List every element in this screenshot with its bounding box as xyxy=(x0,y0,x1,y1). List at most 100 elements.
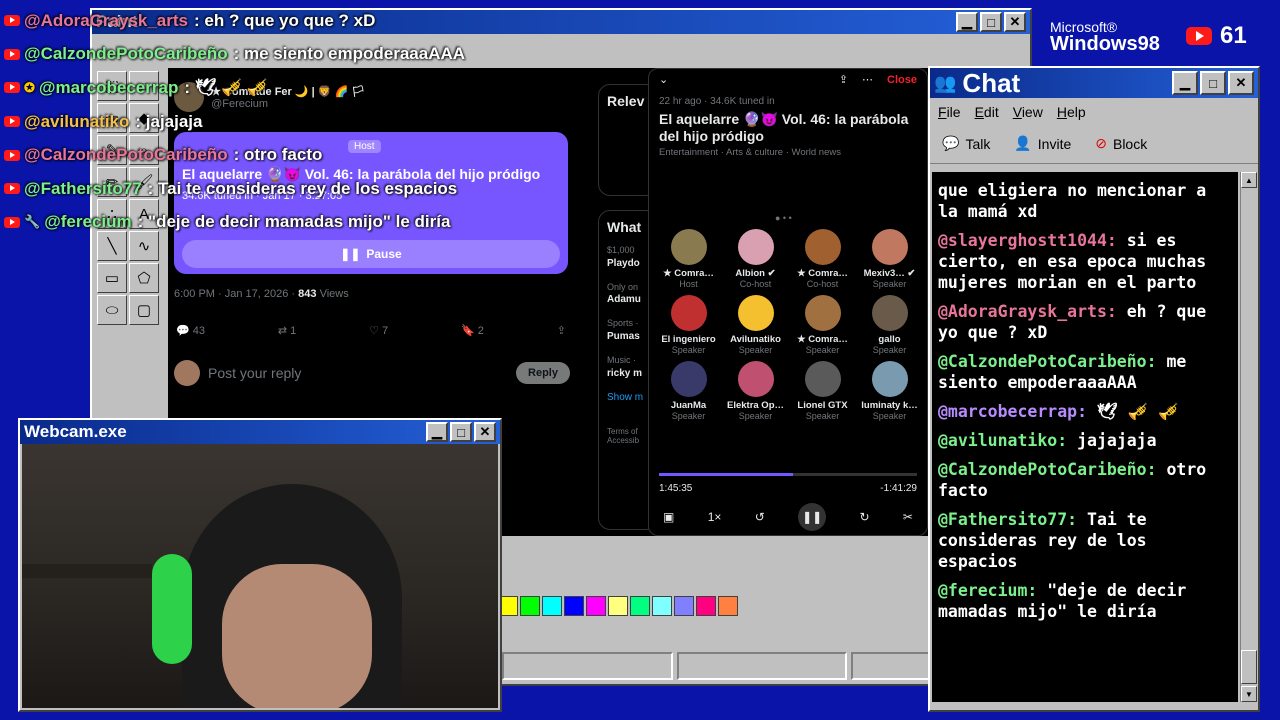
reply-action[interactable]: 💬 43 xyxy=(176,324,205,337)
menu-file[interactable]: File xyxy=(938,104,961,120)
collapse-icon[interactable]: ⌄ xyxy=(659,73,668,86)
accessibility-link[interactable]: Accessib xyxy=(607,436,649,445)
participant[interactable]: Elektra Op… Speaker xyxy=(722,361,789,421)
scroll-down-icon[interactable]: ▼ xyxy=(1241,686,1257,702)
color-swatch[interactable] xyxy=(564,596,584,616)
chat-scrollbar[interactable]: ▲ ▼ xyxy=(1240,172,1257,702)
speed-button[interactable]: 1× xyxy=(708,510,722,524)
chat-username[interactable]: @Fathersito77: xyxy=(938,510,1077,529)
reply-button[interactable]: Reply xyxy=(516,362,570,384)
overlay-username: @Fathersito77 xyxy=(24,178,142,198)
participant[interactable]: ★ Comra… Speaker xyxy=(789,295,856,355)
scroll-thumb[interactable] xyxy=(1241,650,1257,684)
chat-username[interactable]: @ferecium: xyxy=(938,581,1037,600)
webcam-titlebar[interactable]: Webcam.exe ▁ □ ✕ xyxy=(20,420,500,444)
reply-input[interactable]: Post your reply xyxy=(208,365,301,381)
pause-icon: ❚❚ xyxy=(340,247,361,261)
pause-icon[interactable]: ❚❚ xyxy=(798,503,827,531)
block-button[interactable]: ⊘ Block xyxy=(1095,135,1147,152)
invite-button[interactable]: 👤 Invite xyxy=(1014,135,1071,152)
trend-item[interactable]: Sports · Pumas xyxy=(607,318,649,343)
minimize-button[interactable]: ▁ xyxy=(1172,71,1198,95)
participant[interactable]: luminaty k… Speaker xyxy=(856,361,923,421)
overlay-chat-line: @AdoraGraysk_arts: eh ? que yo que ? xD xyxy=(4,4,564,38)
chat-username[interactable]: @CalzondePotoCaribeño: xyxy=(938,460,1157,479)
progress-fill xyxy=(659,473,794,476)
color-swatch[interactable] xyxy=(652,596,672,616)
chat-text: 🕊 🎺 🎺 xyxy=(1096,402,1179,421)
show-more-link[interactable]: Show m xyxy=(607,392,649,403)
participant[interactable]: Albion ✔ Co-host xyxy=(722,229,789,289)
maximize-button[interactable]: □ xyxy=(450,422,472,442)
chat-username[interactable]: @slayerghostt1044: xyxy=(938,231,1117,250)
menu-help[interactable]: Help xyxy=(1057,104,1086,120)
participant[interactable]: El ingeniero Speaker xyxy=(655,295,722,355)
participant-name: El ingeniero xyxy=(661,334,716,345)
color-swatch[interactable] xyxy=(542,596,562,616)
participant[interactable]: Mexiv3… ✔ Speaker xyxy=(856,229,923,289)
share-icon[interactable]: ⇪ xyxy=(557,324,566,337)
color-swatch[interactable] xyxy=(718,596,738,616)
avatar xyxy=(871,295,908,331)
close-button[interactable]: ✕ xyxy=(1004,12,1026,32)
webcam-window[interactable]: Webcam.exe ▁ □ ✕ xyxy=(18,418,502,712)
color-swatch[interactable] xyxy=(674,596,694,616)
participant[interactable]: ★ Comra… Co-host xyxy=(789,229,856,289)
participant[interactable]: JuanMa Speaker xyxy=(655,361,722,421)
participant[interactable]: ★ Comra… Host xyxy=(655,229,722,289)
share-icon[interactable]: ⇪ xyxy=(839,73,848,86)
color-swatch[interactable] xyxy=(608,596,628,616)
youtube-icon xyxy=(4,116,20,128)
chat-username[interactable]: @AdoraGraysk_arts: xyxy=(938,302,1117,321)
chat-username[interactable]: @marcobecerrap: xyxy=(938,402,1087,421)
chat-titlebar[interactable]: 👥 Chat ▁ □ ✕ xyxy=(930,68,1258,98)
terms-link[interactable]: Terms of xyxy=(607,427,649,436)
polygon-tool-icon[interactable]: ⬠ xyxy=(129,263,159,293)
trend-item[interactable]: $1,000 Playdo xyxy=(607,245,649,270)
views-label: Views xyxy=(319,288,349,300)
color-swatch[interactable] xyxy=(520,596,540,616)
color-swatch[interactable] xyxy=(586,596,606,616)
minimize-button[interactable]: ▁ xyxy=(426,422,448,442)
block-icon: ⊘ xyxy=(1095,135,1107,151)
participant[interactable]: gallo Speaker xyxy=(856,295,923,355)
menu-edit[interactable]: Edit xyxy=(975,104,999,120)
forward-icon[interactable]: ↻ xyxy=(859,510,869,524)
close-button[interactable]: ✕ xyxy=(1228,71,1254,95)
participant-role: Co-host xyxy=(806,279,839,289)
rounded-rect-tool-icon[interactable]: ▢ xyxy=(129,295,159,325)
bookmark-action[interactable]: 🔖 2 xyxy=(461,324,484,337)
color-swatch[interactable] xyxy=(630,596,650,616)
clip-icon[interactable]: ✂ xyxy=(903,510,913,524)
trend-item[interactable]: Music · ricky m xyxy=(607,355,649,380)
trend-item[interactable]: Only on Adamu xyxy=(607,282,649,307)
close-button[interactable]: ✕ xyxy=(474,422,496,442)
bookmark-count: 2 xyxy=(477,325,484,337)
ellipse-tool-icon[interactable]: ⬭ xyxy=(97,295,127,325)
trend-title: ricky m xyxy=(607,367,643,379)
participant-name: JuanMa xyxy=(670,400,707,411)
color-swatch[interactable] xyxy=(696,596,716,616)
chat-username[interactable]: @CalzondePotoCaribeño: xyxy=(938,352,1157,371)
captions-icon[interactable]: ▣ xyxy=(663,510,674,524)
heart-icon: ♡ xyxy=(369,325,379,337)
pause-button[interactable]: ❚❚ Pause xyxy=(182,240,560,268)
more-icon[interactable]: ⋯ xyxy=(862,73,873,86)
close-space-button[interactable]: Close xyxy=(887,74,917,86)
chat-username[interactable]: @avilunatiko: xyxy=(938,431,1067,450)
participant[interactable]: Avilunatiko Speaker xyxy=(722,295,789,355)
minimize-button[interactable]: ▁ xyxy=(956,12,978,32)
chat-window[interactable]: 👥 Chat ▁ □ ✕ File Edit View Help 💬 Talk 👤 Inv… xyxy=(928,66,1260,712)
scroll-up-icon[interactable]: ▲ xyxy=(1241,172,1257,188)
talk-button[interactable]: 💬 Talk xyxy=(942,135,990,152)
participant[interactable]: Lionel GTX Speaker xyxy=(789,361,856,421)
maximize-button[interactable]: □ xyxy=(980,12,1002,32)
menu-view[interactable]: View xyxy=(1013,104,1043,120)
maximize-button[interactable]: □ xyxy=(1200,71,1226,95)
repost-action[interactable]: ⇄ 1 xyxy=(278,324,296,337)
playback-progress[interactable] xyxy=(659,473,917,476)
chat-messages[interactable]: que eligiera no mencionar a la mamá xd @s… xyxy=(932,172,1238,702)
like-action[interactable]: ♡ 7 xyxy=(369,324,388,337)
rectangle-tool-icon[interactable]: ▭ xyxy=(97,263,127,293)
rewind-icon[interactable]: ↺ xyxy=(755,510,765,524)
